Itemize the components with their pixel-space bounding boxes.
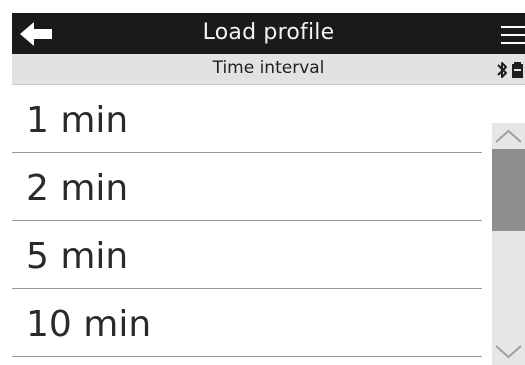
status-icons xyxy=(495,61,525,79)
list-item-label: 5 min xyxy=(26,236,129,277)
list-item[interactable]: 5 min xyxy=(12,221,482,289)
header-bar: Load profile xyxy=(12,13,525,54)
subheader-bar: Time interval xyxy=(12,54,525,85)
scrollbar[interactable] xyxy=(492,123,525,365)
list-item-label: 10 min xyxy=(26,304,152,345)
time-interval-list: 1 min 2 min 5 min 10 min xyxy=(12,85,482,357)
page-title: Load profile xyxy=(202,20,335,45)
menu-button[interactable] xyxy=(499,21,525,49)
list-item-label: 2 min xyxy=(26,168,129,209)
list-item[interactable]: 1 min xyxy=(12,85,482,153)
bluetooth-icon xyxy=(497,62,507,78)
chevron-down-icon xyxy=(495,345,522,359)
list-item[interactable]: 10 min xyxy=(12,289,482,357)
arrow-left-icon xyxy=(20,22,52,46)
hamburger-menu-icon xyxy=(501,26,525,44)
back-button[interactable] xyxy=(18,19,58,49)
scroll-thumb[interactable] xyxy=(492,149,525,231)
section-title: Time interval xyxy=(212,58,325,78)
chevron-up-icon xyxy=(495,129,522,143)
scroll-up-button[interactable] xyxy=(492,123,525,149)
scroll-down-button[interactable] xyxy=(492,339,525,365)
device-screen: Load profile Time interval 1 min 2 min 5… xyxy=(12,13,525,365)
list-item-label: 1 min xyxy=(26,100,129,141)
list-item[interactable]: 2 min xyxy=(12,153,482,221)
battery-icon xyxy=(512,62,523,78)
